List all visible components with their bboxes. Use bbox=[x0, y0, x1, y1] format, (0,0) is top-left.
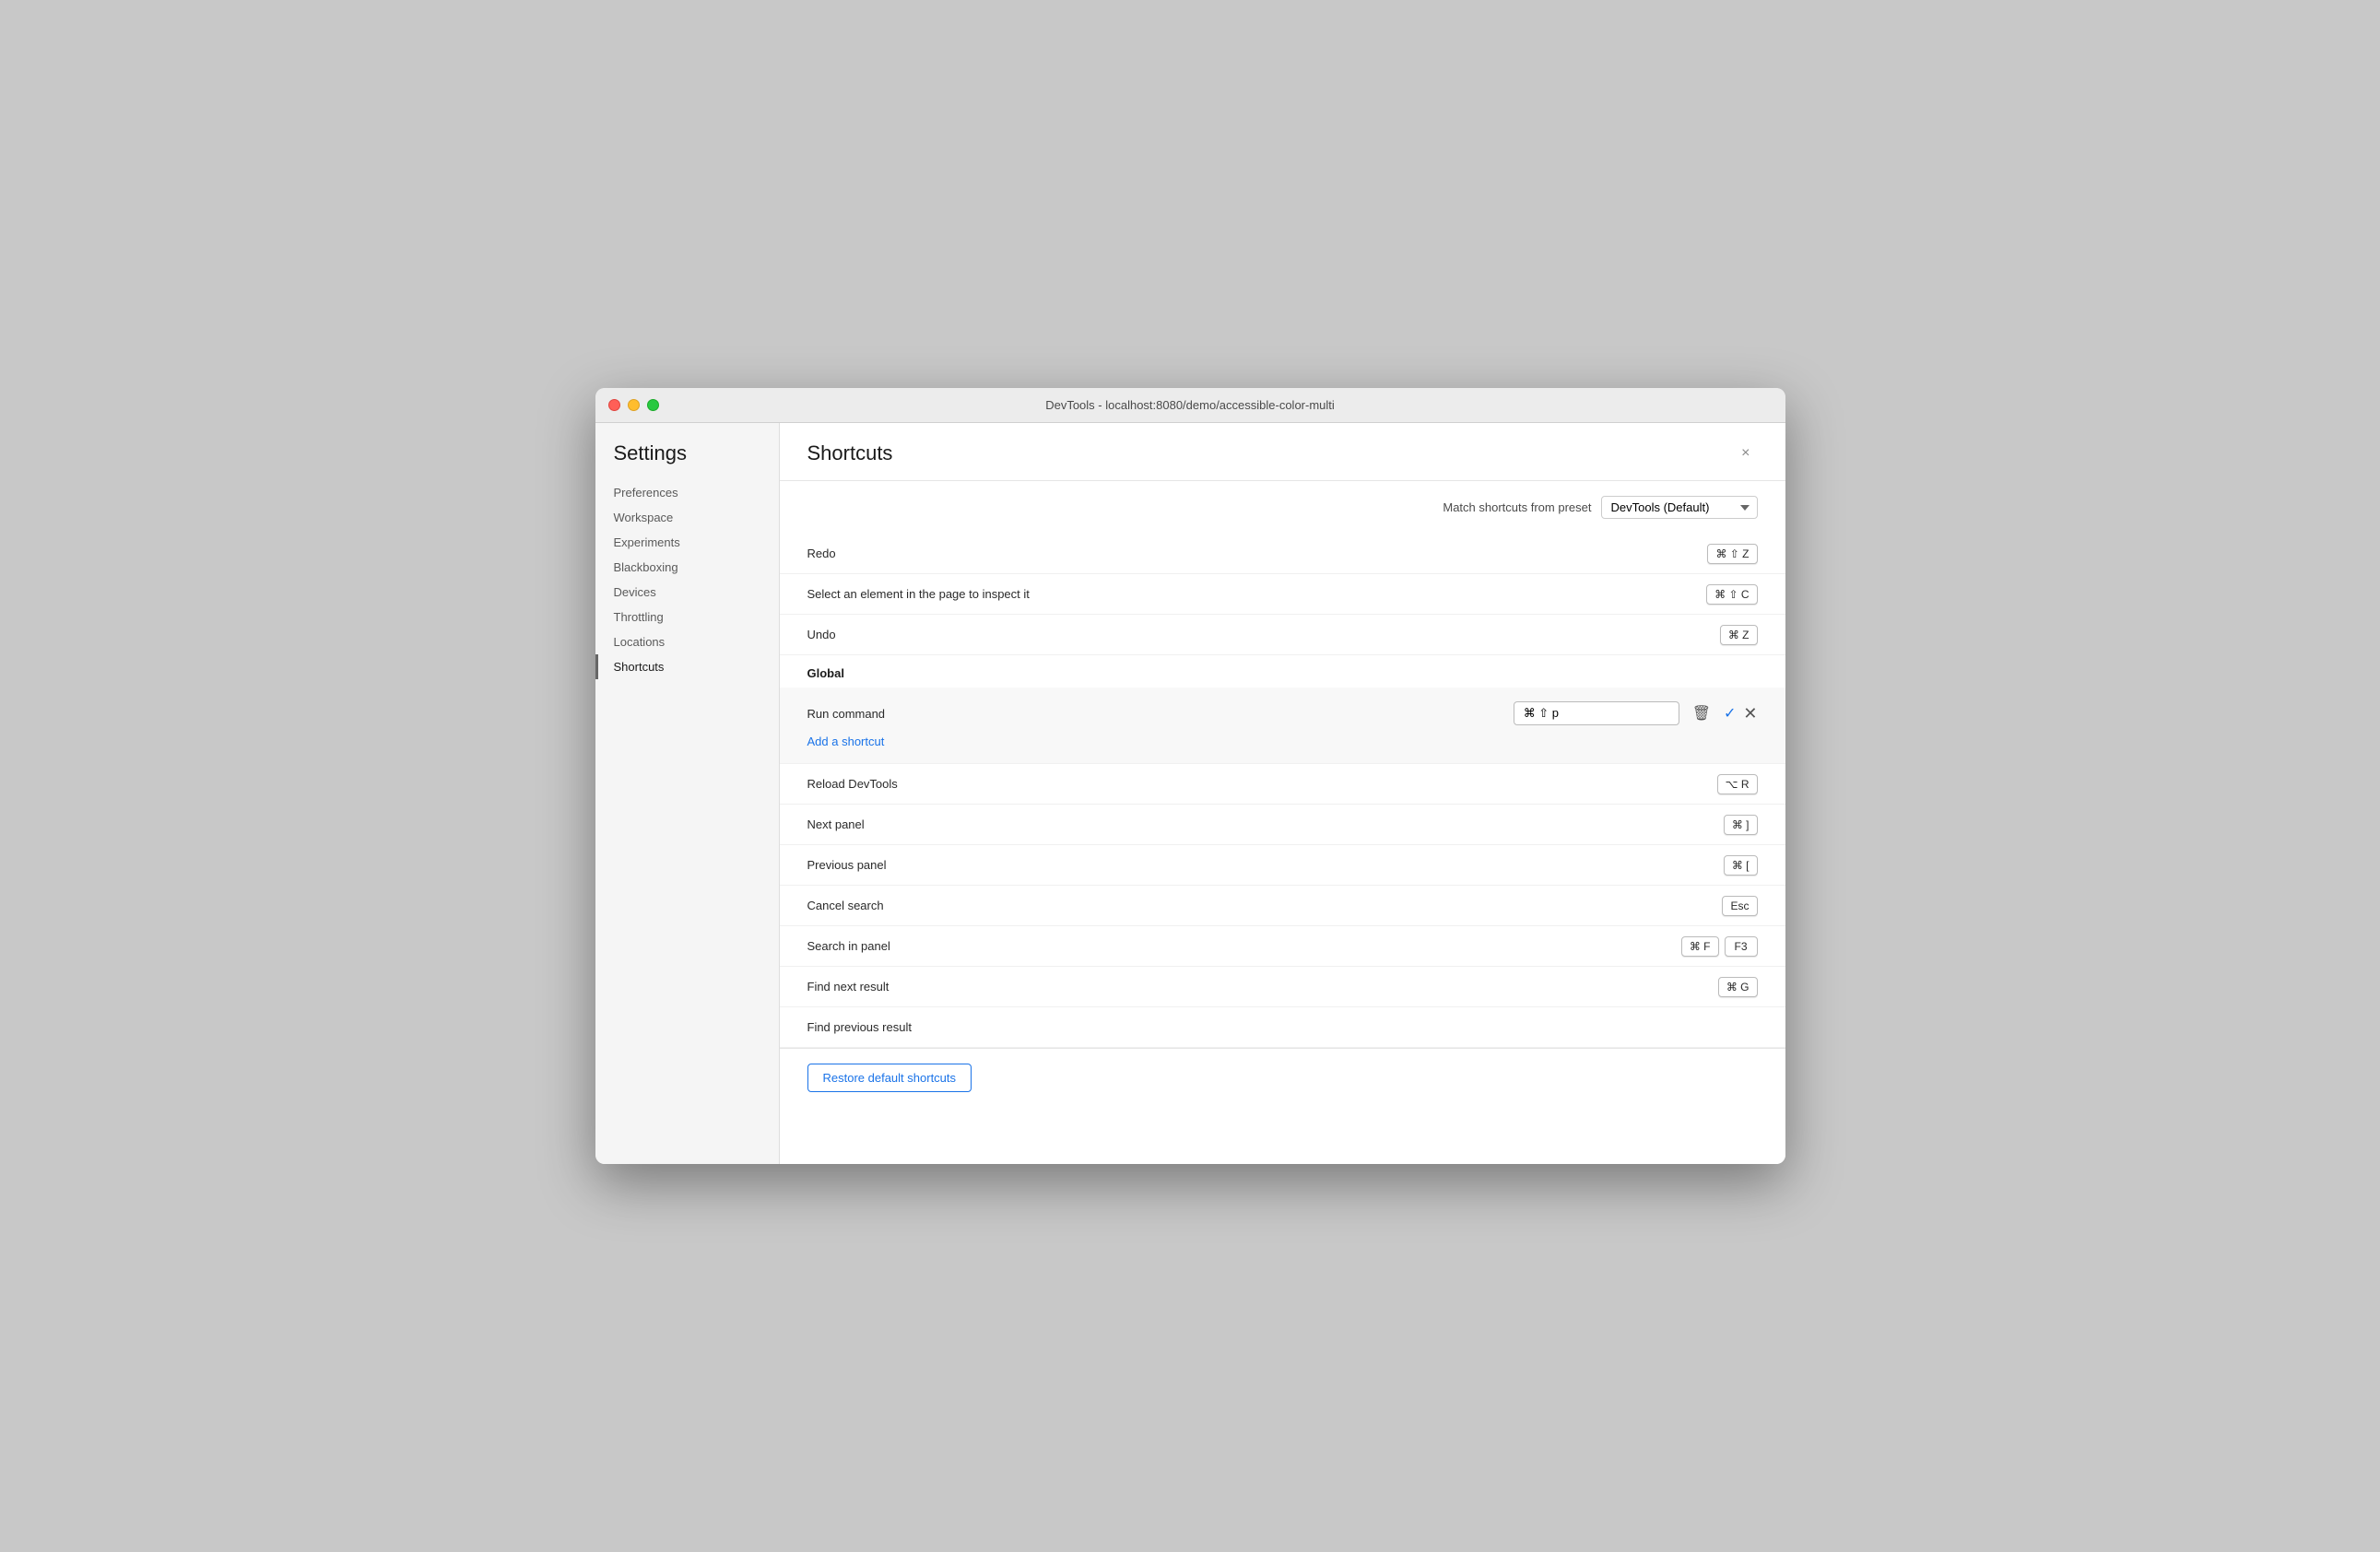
sidebar-item-blackboxing[interactable]: Blackboxing bbox=[595, 555, 779, 580]
shortcut-name: Undo bbox=[807, 628, 1720, 641]
table-row: Cancel search Esc bbox=[780, 886, 1785, 926]
key-badge: ⌘ [ bbox=[1724, 855, 1758, 876]
shortcut-name: Select an element in the page to inspect… bbox=[807, 587, 1707, 601]
shortcut-keys: ⌥ R bbox=[1717, 774, 1758, 794]
key-badge: ⌘ Z bbox=[1720, 625, 1758, 645]
sidebar-item-shortcuts[interactable]: Shortcuts bbox=[595, 654, 779, 679]
table-row: Select an element in the page to inspect… bbox=[780, 574, 1785, 615]
close-traffic-light[interactable] bbox=[608, 399, 620, 411]
table-row-run-command: Run command ⌘ ⇧ p 🗑 ✓ ✕ Add a shortcut bbox=[780, 688, 1785, 764]
shortcut-keys: ⌘ [ bbox=[1724, 855, 1758, 876]
content-header: Shortcuts × bbox=[780, 423, 1785, 481]
maximize-traffic-light[interactable] bbox=[647, 399, 659, 411]
cancel-shortcut-button[interactable]: ✕ bbox=[1743, 704, 1757, 723]
preset-select[interactable]: DevTools (Default) Visual Studio Code bbox=[1601, 496, 1758, 519]
page-title: Shortcuts bbox=[807, 441, 893, 465]
table-row: Find previous result bbox=[780, 1007, 1785, 1048]
window-title: DevTools - localhost:8080/demo/accessibl… bbox=[1045, 398, 1335, 412]
sidebar-item-devices[interactable]: Devices bbox=[595, 580, 779, 605]
shortcut-name: Find previous result bbox=[807, 1020, 1758, 1034]
key-badge: ⌥ R bbox=[1717, 774, 1758, 794]
content-area: Shortcuts × Match shortcuts from preset … bbox=[780, 423, 1785, 1164]
shortcut-keys: ⌘ Z bbox=[1720, 625, 1758, 645]
confirm-shortcut-button[interactable]: ✓ bbox=[1724, 704, 1736, 723]
key-badge: ⌘ ] bbox=[1724, 815, 1758, 835]
traffic-lights bbox=[608, 399, 659, 411]
preset-label: Match shortcuts from preset bbox=[1443, 500, 1591, 514]
key-badge: ⌘ G bbox=[1718, 977, 1758, 997]
minimize-traffic-light[interactable] bbox=[628, 399, 640, 411]
sidebar-item-experiments[interactable]: Experiments bbox=[595, 530, 779, 555]
table-row: Find next result ⌘ G bbox=[780, 967, 1785, 1007]
section-header-global: Global bbox=[780, 655, 1785, 688]
shortcut-keys: ⌘ ⇧ Z bbox=[1707, 544, 1757, 564]
shortcut-name: Redo bbox=[807, 547, 1708, 560]
sidebar: Settings Preferences Workspace Experimen… bbox=[595, 423, 780, 1164]
key-badge: ⌘ ⇧ Z bbox=[1707, 544, 1757, 564]
preset-row: Match shortcuts from preset DevTools (De… bbox=[780, 481, 1785, 534]
sidebar-item-throttling[interactable]: Throttling bbox=[595, 605, 779, 629]
key-badge: Esc bbox=[1722, 896, 1757, 916]
key-badge: ⌘ ⇧ C bbox=[1706, 584, 1757, 605]
main-content: Settings Preferences Workspace Experimen… bbox=[595, 423, 1785, 1164]
table-row: Redo ⌘ ⇧ Z bbox=[780, 534, 1785, 574]
table-row: Undo ⌘ Z bbox=[780, 615, 1785, 655]
shortcut-name: Search in panel bbox=[807, 939, 1681, 953]
shortcut-keys: Esc bbox=[1722, 896, 1757, 916]
shortcut-name: Previous panel bbox=[807, 858, 1724, 872]
shortcut-keys: ⌘ F F3 bbox=[1681, 936, 1758, 957]
sidebar-item-workspace[interactable]: Workspace bbox=[595, 505, 779, 530]
restore-defaults-button[interactable]: Restore default shortcuts bbox=[807, 1064, 972, 1092]
table-row: Search in panel ⌘ F F3 bbox=[780, 926, 1785, 967]
close-button[interactable]: × bbox=[1734, 441, 1757, 465]
key-badge: F3 bbox=[1725, 936, 1758, 957]
shortcut-name: Find next result bbox=[807, 980, 1718, 994]
sidebar-item-locations[interactable]: Locations bbox=[595, 629, 779, 654]
delete-shortcut-button[interactable]: 🗑 bbox=[1687, 700, 1716, 726]
titlebar: DevTools - localhost:8080/demo/accessibl… bbox=[595, 388, 1785, 423]
shortcut-name: Run command bbox=[807, 707, 1514, 721]
shortcut-name: Next panel bbox=[807, 817, 1724, 831]
shortcut-name: Reload DevTools bbox=[807, 777, 1717, 791]
shortcut-keys: ⌘ ⇧ C bbox=[1706, 584, 1757, 605]
add-shortcut-link[interactable]: Add a shortcut bbox=[807, 729, 885, 754]
sidebar-item-preferences[interactable]: Preferences bbox=[595, 480, 779, 505]
table-row: Reload DevTools ⌥ R bbox=[780, 764, 1785, 805]
sidebar-title: Settings bbox=[595, 441, 779, 480]
shortcut-keys: ⌘ G bbox=[1718, 977, 1758, 997]
key-input-field[interactable]: ⌘ ⇧ p bbox=[1514, 701, 1679, 725]
footer-bar: Restore default shortcuts bbox=[780, 1048, 1785, 1107]
shortcut-keys: ⌘ ] bbox=[1724, 815, 1758, 835]
table-row: Next panel ⌘ ] bbox=[780, 805, 1785, 845]
table-row: Previous panel ⌘ [ bbox=[780, 845, 1785, 886]
devtools-window: DevTools - localhost:8080/demo/accessibl… bbox=[595, 388, 1785, 1164]
editing-row-main: Run command ⌘ ⇧ p 🗑 ✓ ✕ bbox=[807, 697, 1758, 730]
shortcuts-table: Redo ⌘ ⇧ Z Select an element in the page… bbox=[780, 534, 1785, 1048]
key-badge: ⌘ F bbox=[1681, 936, 1719, 957]
shortcut-name: Cancel search bbox=[807, 899, 1723, 912]
